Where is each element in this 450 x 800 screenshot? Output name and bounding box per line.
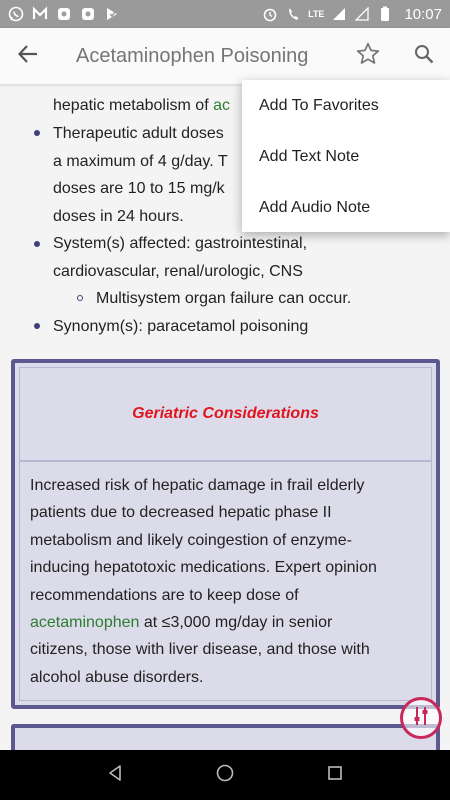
favorite-button[interactable]: [352, 40, 384, 72]
geriatric-body-line: metabolism and likely coingestion of enz…: [30, 531, 352, 549]
geriatric-body-line: citizens, those with liver disease, and …: [30, 641, 370, 659]
star-icon: [355, 41, 381, 72]
system-nav-bar: [0, 750, 450, 800]
geriatric-header: Geriatric Considerations: [19, 367, 432, 461]
bullet-text-line: hepatic metabolism of ac: [53, 97, 230, 114]
sliders-icon: [410, 705, 432, 732]
geriatric-body-line: Increased risk of hepatic damage in frai…: [30, 477, 365, 494]
nav-recents-button[interactable]: [315, 755, 355, 795]
bullet-text-line: doses are 10 to 15 mg/k: [53, 180, 225, 197]
menu-item-add-text-note[interactable]: Add Text Note: [242, 131, 450, 182]
clock-time: 10:07: [404, 5, 442, 23]
signal-icon-2: [354, 6, 370, 22]
next-section-box: [11, 724, 440, 750]
nav-home-button[interactable]: [205, 755, 245, 795]
status-bar: LTE 10:07: [0, 0, 450, 28]
sub-bullet-text: Multisystem organ failure can occur.: [96, 290, 352, 307]
geriatric-body-line: acetaminophen at ≤3,000 mg/day in senior: [30, 614, 333, 632]
bullet-dot: [34, 323, 40, 329]
sub-bullet-circle: [77, 295, 83, 301]
overflow-menu: Add To Favorites Add Text Note Add Audio…: [242, 80, 450, 232]
phone-lte-icon: [285, 6, 301, 22]
drug-link[interactable]: ac: [213, 97, 230, 114]
arrow-left-icon: [17, 43, 39, 70]
menu-item-add-to-favorites[interactable]: Add To Favorites: [242, 80, 450, 131]
bullet-text-line: doses in 24 hours.: [53, 207, 184, 225]
app-notification-icon-2: [80, 6, 96, 22]
search-icon: [413, 43, 435, 70]
geriatric-considerations-box: Geriatric Considerations Increased risk …: [11, 359, 440, 709]
acetaminophen-link[interactable]: acetaminophen: [30, 614, 139, 631]
bullet-dot: [34, 130, 40, 136]
geriatric-body-line: alcohol abuse disorders.: [30, 668, 204, 686]
lte-label: LTE: [308, 9, 325, 19]
bullet-text-line: a maximum of 4 g/day. T: [53, 152, 228, 170]
app-bar: Acetaminophen Poisoning: [0, 28, 450, 84]
adjust-text-button[interactable]: [400, 697, 442, 739]
back-button[interactable]: [0, 28, 56, 84]
bullet-text-line: Synonym(s): paracetamol poisoning: [53, 318, 309, 335]
nav-back-button[interactable]: [95, 755, 135, 795]
triangle-back-icon: [106, 764, 124, 787]
whatsapp-icon: [8, 6, 24, 22]
download-check-icon: [104, 6, 120, 22]
bullet-text-line: cardiovascular, renal/urologic, CNS: [53, 262, 303, 280]
bullet-text-line: Therapeutic adult doses: [53, 125, 224, 142]
geriatric-body-line: recommendations are to keep dose of: [30, 586, 299, 604]
gmail-icon: [32, 6, 48, 22]
page-title: Acetaminophen Poisoning: [76, 44, 309, 67]
app-notification-icon: [56, 6, 72, 22]
signal-icon: [331, 6, 347, 22]
geriatric-body-line: inducing hepatotoxic medications. Expert…: [30, 559, 377, 577]
alarm-icon: [262, 6, 278, 22]
bullet-text-line: System(s) affected: gastrointestinal,: [53, 235, 308, 252]
search-button[interactable]: [408, 40, 440, 72]
menu-item-add-audio-note[interactable]: Add Audio Note: [242, 182, 450, 233]
circle-home-icon: [215, 763, 235, 788]
square-recents-icon: [327, 765, 343, 786]
geriatric-body: Increased risk of hepatic damage in frai…: [19, 461, 432, 701]
battery-icon: [377, 6, 393, 22]
geriatric-title: Geriatric Considerations: [132, 405, 319, 422]
bullet-dot: [34, 241, 40, 247]
geriatric-body-line: patients due to decreased hepatic phase …: [30, 504, 332, 522]
